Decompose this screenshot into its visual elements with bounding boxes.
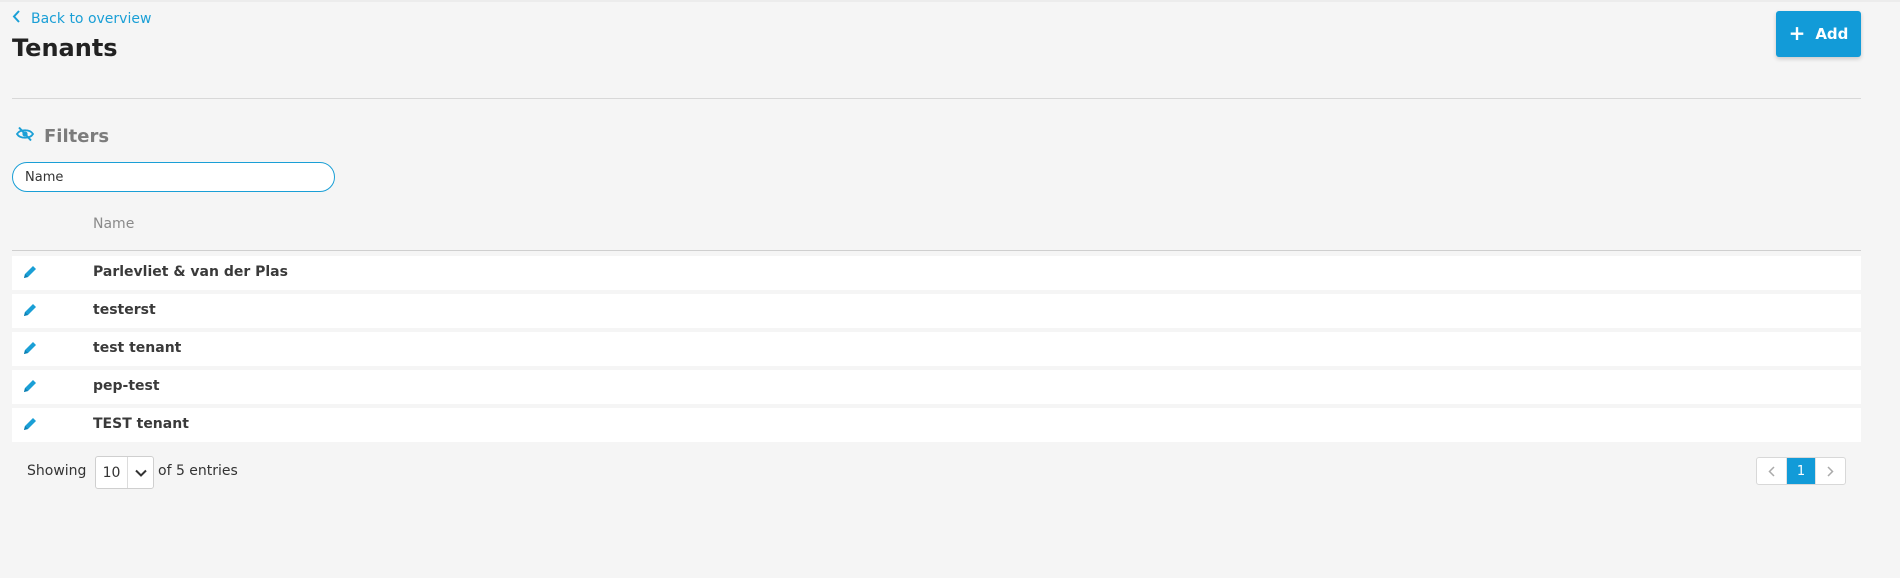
- tenant-name[interactable]: Parlevliet & van der Plas: [93, 264, 288, 280]
- add-button[interactable]: + Add: [1776, 11, 1861, 57]
- filters-toggle[interactable]: Filters: [15, 126, 110, 147]
- name-filter-input[interactable]: [12, 162, 335, 192]
- page-1-button[interactable]: 1: [1787, 458, 1815, 484]
- column-header-name: Name: [93, 216, 135, 232]
- tenant-name[interactable]: pep-test: [93, 378, 160, 394]
- add-button-label: Add: [1815, 25, 1849, 43]
- table-row: Parlevliet & van der Plas: [12, 256, 1861, 290]
- table-row: pep-test: [12, 370, 1861, 404]
- chevron-right-icon: [1827, 462, 1834, 481]
- back-to-overview-link[interactable]: Back to overview: [12, 10, 151, 27]
- plus-icon: +: [1788, 21, 1806, 45]
- pagination: 1: [1756, 457, 1846, 485]
- pencil-icon[interactable]: [22, 340, 38, 356]
- page-size-select[interactable]: 10: [95, 456, 154, 489]
- entries-count: of 5 entries: [158, 463, 238, 479]
- tenants-page: Back to overview Tenants + Add Filters N…: [0, 0, 1900, 578]
- tenant-name[interactable]: test tenant: [93, 340, 181, 356]
- tenant-name[interactable]: testerst: [93, 302, 156, 318]
- eye-off-icon: [15, 126, 35, 147]
- pencil-icon[interactable]: [22, 302, 38, 318]
- top-border: [0, 0, 1900, 2]
- pencil-icon[interactable]: [22, 264, 38, 280]
- next-page-button[interactable]: [1816, 458, 1845, 484]
- header-divider: [12, 98, 1861, 99]
- chevron-down-icon: [128, 469, 153, 477]
- table-row: test tenant: [12, 332, 1861, 366]
- page-title: Tenants: [12, 34, 118, 62]
- chevron-left-icon: [1768, 462, 1775, 481]
- pencil-icon[interactable]: [22, 378, 38, 394]
- back-link-label: Back to overview: [31, 10, 152, 27]
- showing-label: Showing: [27, 463, 87, 479]
- tenant-list: Parlevliet & van der Plas testerst test …: [12, 256, 1861, 446]
- prev-page-button[interactable]: [1757, 458, 1786, 484]
- chevron-left-icon: [12, 10, 21, 27]
- table-row: testerst: [12, 294, 1861, 328]
- table-header-divider: [12, 250, 1861, 251]
- page-size-value: 10: [96, 457, 128, 488]
- tenant-name[interactable]: TEST tenant: [93, 416, 189, 432]
- pencil-icon[interactable]: [22, 416, 38, 432]
- filters-title: Filters: [44, 126, 110, 147]
- table-row: TEST tenant: [12, 408, 1861, 442]
